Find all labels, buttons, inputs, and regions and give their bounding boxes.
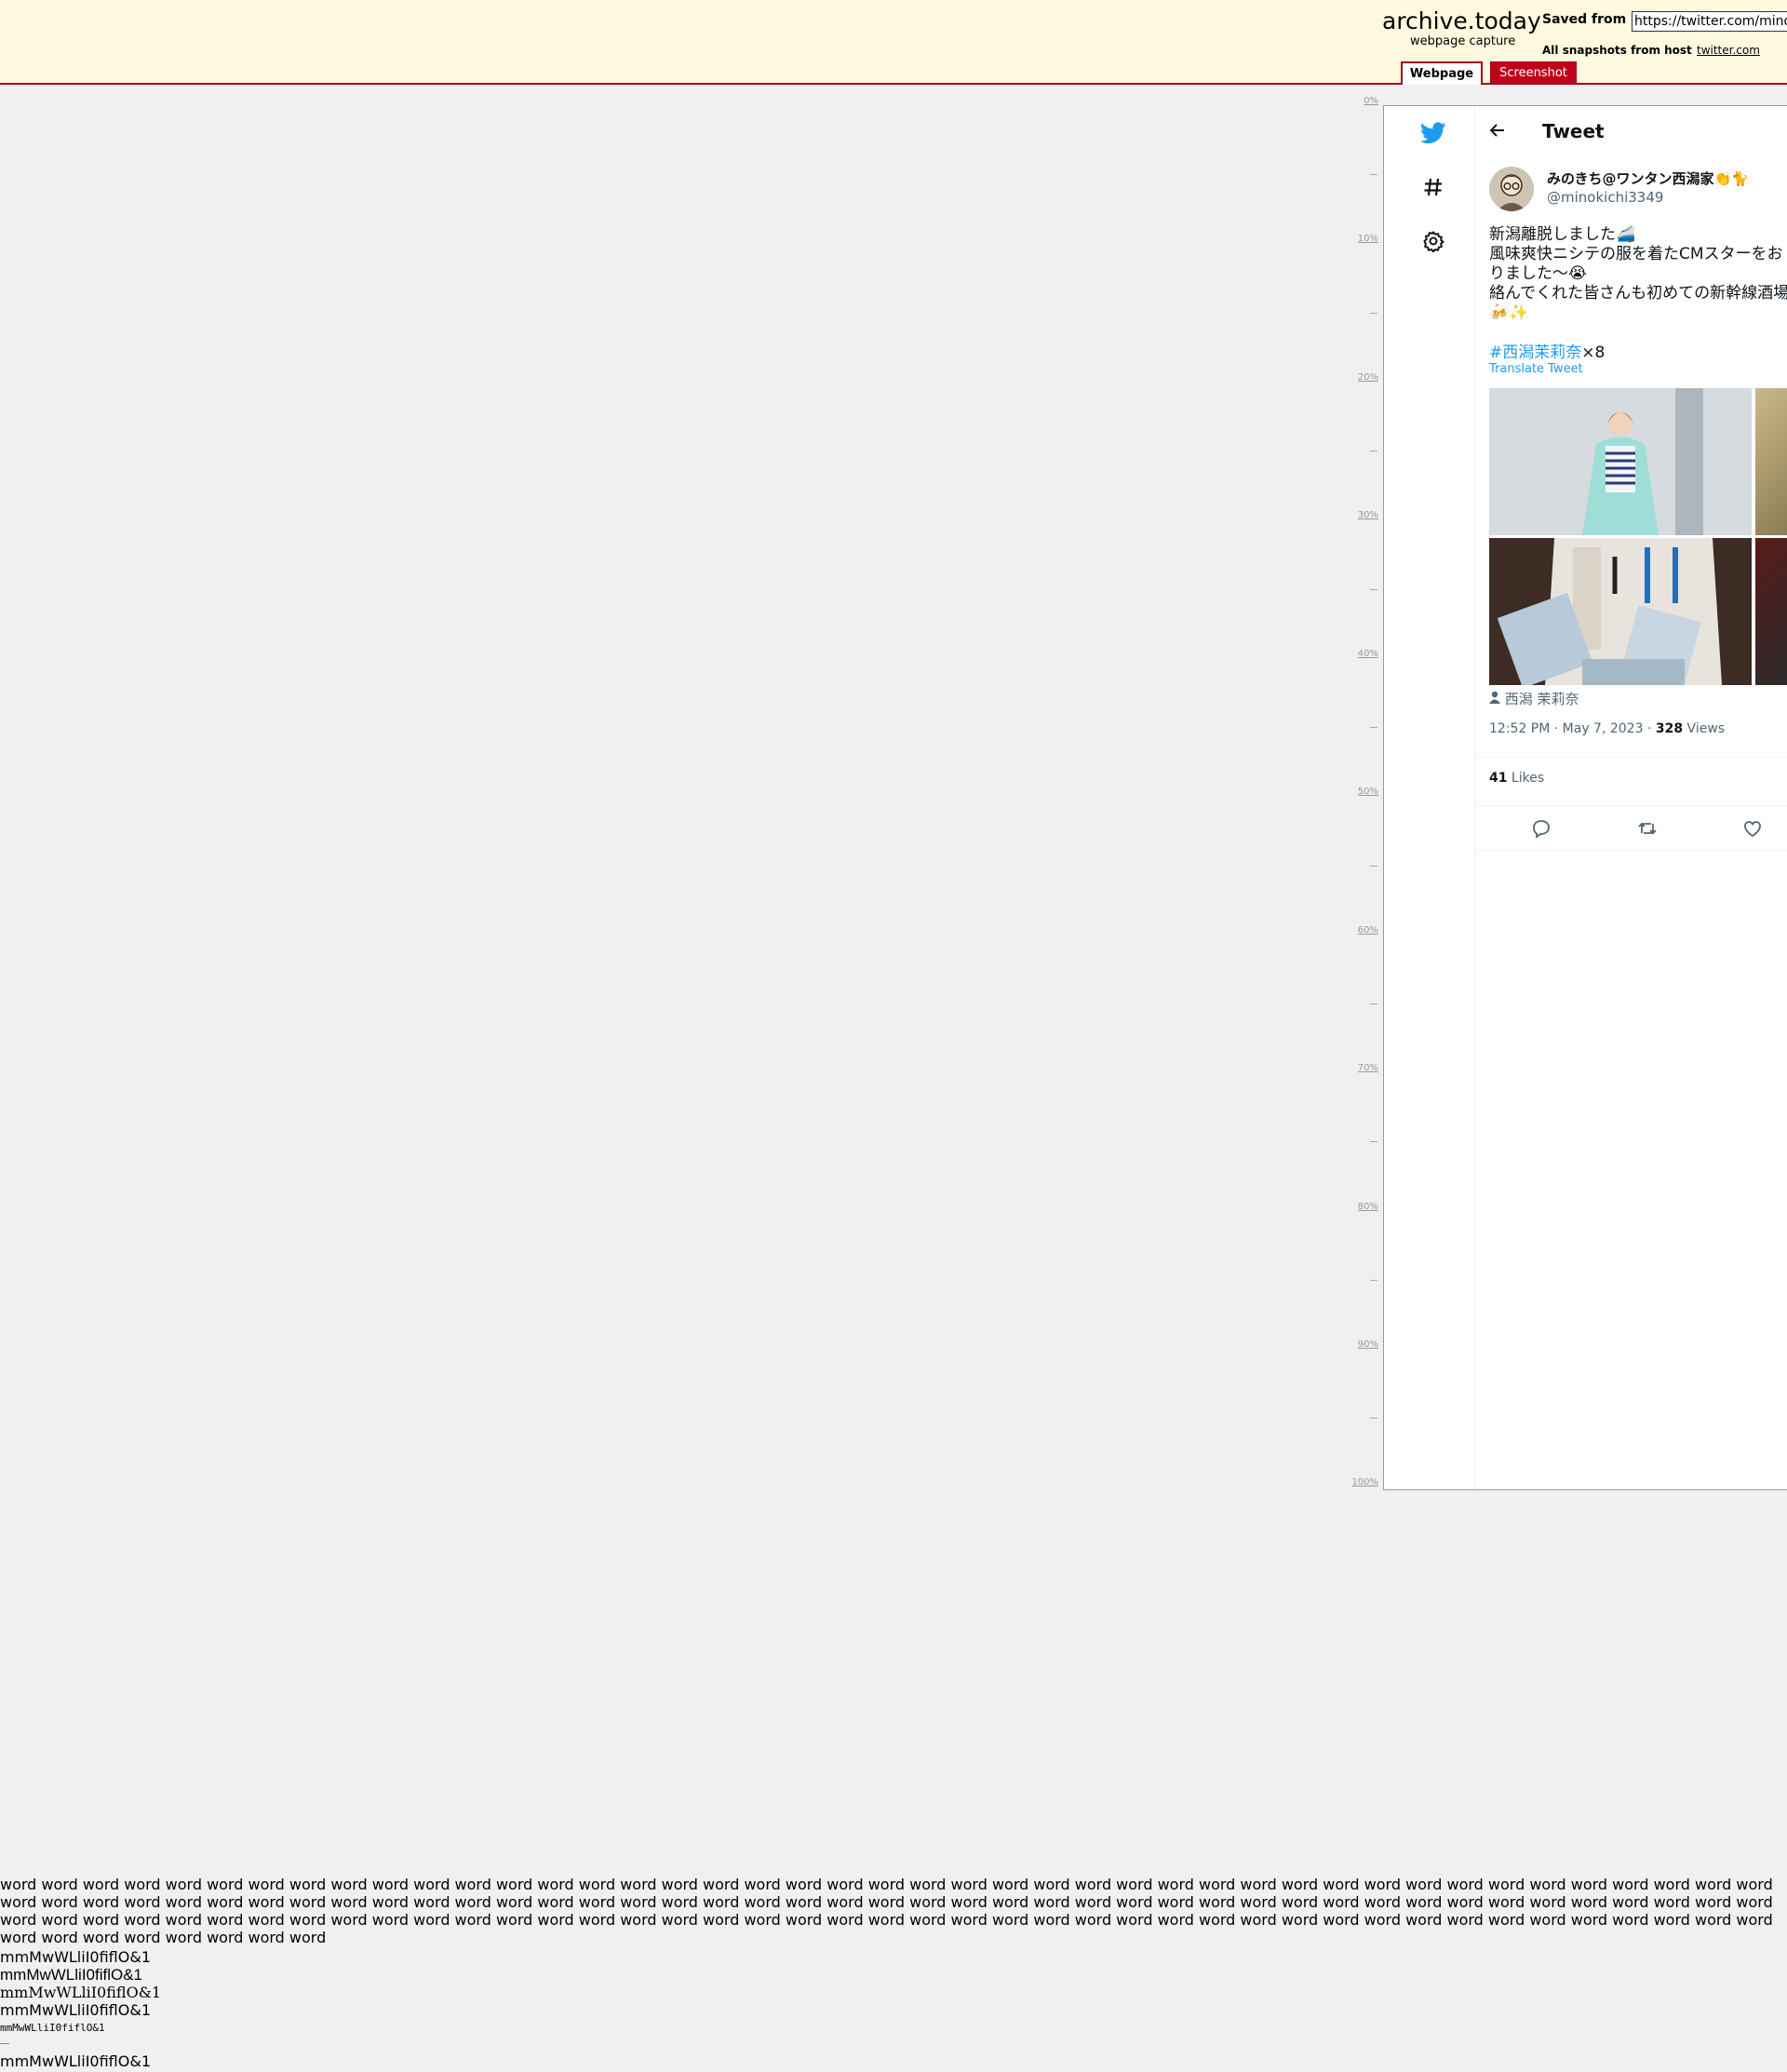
- tweet-text: 新潟離脱しました🚄 風味爽快ニシテの服を着たCMスターをお りました〜😭 絡んで…: [1489, 225, 1787, 322]
- ruler-label[interactable]: 80%: [1323, 1202, 1378, 1212]
- avatar[interactable]: [1489, 167, 1534, 211]
- page-title: Tweet: [1542, 120, 1605, 142]
- twitter-bird-icon[interactable]: [1419, 119, 1447, 147]
- font-specimen: mmMwWLliI0fiflO&1: [0, 2001, 151, 2019]
- ruler-label[interactable]: 0%: [1323, 96, 1378, 106]
- ruler-label[interactable]: 40%: [1323, 649, 1378, 659]
- font-specimen: mmMwWLliI0fiflO&1: [0, 1984, 162, 2001]
- ruler-label[interactable]: 50%: [1323, 787, 1378, 797]
- views-count: 328: [1655, 721, 1684, 736]
- archive-logo-title[interactable]: archive.today: [1382, 7, 1541, 34]
- ruler-label[interactable]: 20%: [1323, 372, 1378, 383]
- ruler-label[interactable]: 100%: [1323, 1477, 1378, 1487]
- divider: [1475, 850, 1787, 851]
- retweet-icon[interactable]: [1635, 816, 1659, 841]
- ruler-tick: [1370, 866, 1377, 867]
- tweet-photo[interactable]: [1755, 538, 1787, 685]
- ruler-tick: [1370, 727, 1377, 728]
- translate-tweet-link[interactable]: Translate Tweet: [1489, 362, 1583, 376]
- tab-webpage[interactable]: Webpage: [1401, 61, 1483, 85]
- author-handle[interactable]: @minokichi3349: [1547, 189, 1663, 206]
- likes-stat[interactable]: 41 Likes: [1489, 771, 1544, 786]
- saved-from-label: Saved from: [1542, 12, 1627, 27]
- tweet-photo[interactable]: [1755, 388, 1787, 535]
- divider: [1475, 805, 1787, 806]
- ruler-tick: [1370, 1003, 1377, 1004]
- tab-screenshot[interactable]: Screenshot: [1490, 61, 1577, 85]
- likes-label: Likes: [1507, 771, 1545, 786]
- hashtag-suffix: ×8: [1581, 343, 1606, 362]
- tweet-timestamp: 12:52 PM · May 7, 2023 · 328 Views: [1489, 721, 1726, 736]
- likes-count: 41: [1489, 771, 1508, 786]
- ruler-label[interactable]: 70%: [1323, 1063, 1378, 1073]
- host-link[interactable]: twitter.com: [1697, 44, 1760, 57]
- ruler-label[interactable]: 30%: [1323, 510, 1378, 520]
- reply-icon[interactable]: [1529, 816, 1553, 841]
- captured-webpage: Tweet みのきち@ワンタン西潟家👏🐈 @minokichi3349 新潟離脱…: [1383, 105, 1787, 1490]
- font-specimen: mmMwWLliI0fiflO&1: [0, 2052, 151, 2070]
- tweet-photo[interactable]: [1489, 538, 1752, 685]
- ruler-tick: [1370, 589, 1377, 590]
- divider: [0, 2043, 9, 2044]
- tweet-photo[interactable]: [1489, 388, 1752, 535]
- divider: [1475, 757, 1787, 758]
- sidebar-divider: [1474, 106, 1475, 1489]
- hashtag-link[interactable]: #西潟茉莉奈: [1489, 343, 1581, 362]
- ruler-tick: [1370, 1280, 1377, 1281]
- settings-icon[interactable]: [1419, 227, 1447, 255]
- photo-tag[interactable]: 西潟 茉莉奈: [1489, 689, 1579, 708]
- back-arrow-icon[interactable]: [1488, 121, 1507, 144]
- saved-url-field[interactable]: [1632, 11, 1787, 32]
- word-filler-text: word word word word word word word word …: [0, 1876, 1773, 1946]
- ruler-label[interactable]: 10%: [1323, 234, 1378, 244]
- views-label: Views: [1683, 721, 1726, 736]
- author-display-name[interactable]: みのきち@ワンタン西潟家👏🐈: [1547, 168, 1749, 188]
- ruler-tick: [1370, 174, 1377, 175]
- hashtag-icon[interactable]: [1419, 173, 1447, 201]
- font-specimen: mmMwWLliI0fiflO&1: [0, 1966, 143, 1984]
- font-specimen: mmMwWLliI0fiflO&1: [0, 2022, 105, 2034]
- archive-header: archive.today webpage capture Saved from…: [0, 0, 1787, 85]
- ruler-label[interactable]: 90%: [1323, 1339, 1378, 1350]
- all-snapshots-label: All snapshots from host: [1542, 44, 1692, 57]
- photo-tag-name: 西潟 茉莉奈: [1504, 691, 1579, 707]
- hashtag-line: #西潟茉莉奈×8: [1489, 339, 1605, 362]
- ruler-label[interactable]: 60%: [1323, 925, 1378, 935]
- ruler-tick: [1370, 313, 1377, 314]
- person-icon: [1489, 691, 1500, 707]
- archive-tagline: webpage capture: [1410, 34, 1516, 48]
- ruler-tick: [1370, 1141, 1377, 1142]
- ruler-tick: [1370, 1418, 1377, 1419]
- from-host-label: from host: [1631, 44, 1692, 57]
- like-icon[interactable]: [1740, 816, 1765, 841]
- font-specimen: mmMwWLliI0fiflO&1: [0, 1948, 151, 1966]
